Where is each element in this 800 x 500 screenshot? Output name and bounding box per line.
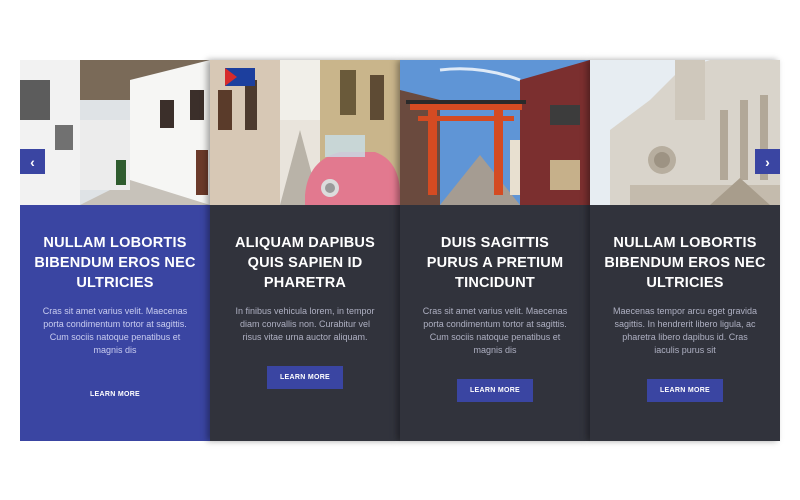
card-3-body: DUIS SAGITTIS PURUS A PRETIUM TINCIDUNT … bbox=[400, 205, 590, 441]
card-4-text: Maecenas tempor arcu eget gravida sagitt… bbox=[612, 306, 758, 355]
card-1: NULLAM LOBORTIS BIBENDUM EROS NEC ULTRIC… bbox=[20, 60, 210, 441]
carousel-next-button[interactable]: › bbox=[755, 149, 780, 174]
card-2-body: ALIQUAM DAPIBUS QUIS SAPIEN ID PHARETRA … bbox=[210, 205, 400, 441]
card-3: DUIS SAGITTIS PURUS A PRETIUM TINCIDUNT … bbox=[400, 60, 590, 441]
carousel-prev-button[interactable]: ‹ bbox=[20, 149, 45, 174]
card-4-image[interactable] bbox=[590, 60, 780, 205]
card-2-image[interactable] bbox=[210, 60, 400, 205]
card-3-text: Cras sit amet varius velit. Maecenas por… bbox=[422, 306, 568, 355]
card-1-title: NULLAM LOBORTIS BIBENDUM EROS NEC ULTRIC… bbox=[34, 235, 196, 291]
card-3-learn-more-button[interactable]: LEARN MORE bbox=[456, 379, 534, 402]
card-1-body: NULLAM LOBORTIS BIBENDUM EROS NEC ULTRIC… bbox=[20, 205, 210, 441]
chevron-right-icon: › bbox=[765, 153, 770, 170]
card-4-learn-more-button[interactable]: LEARN MORE bbox=[646, 379, 724, 402]
card-3-image[interactable] bbox=[400, 60, 590, 205]
card-2: ALIQUAM DAPIBUS QUIS SAPIEN ID PHARETRA … bbox=[210, 60, 400, 441]
card-row: NULLAM LOBORTIS BIBENDUM EROS NEC ULTRIC… bbox=[20, 60, 780, 441]
card-4: NULLAM LOBORTIS BIBENDUM EROS NEC ULTRIC… bbox=[590, 60, 780, 441]
card-2-learn-more-button[interactable]: LEARN MORE bbox=[266, 366, 344, 389]
card-4-title: NULLAM LOBORTIS BIBENDUM EROS NEC ULTRIC… bbox=[604, 235, 766, 291]
chevron-left-icon: ‹ bbox=[30, 153, 35, 170]
card-2-title: ALIQUAM DAPIBUS QUIS SAPIEN ID PHARETRA bbox=[235, 235, 375, 291]
card-2-text: In finibus vehicula lorem, in tempor dia… bbox=[235, 306, 375, 342]
card-1-learn-more-button[interactable]: LEARN MORE bbox=[77, 383, 153, 406]
card-carousel: NULLAM LOBORTIS BIBENDUM EROS NEC ULTRIC… bbox=[20, 60, 780, 441]
card-3-title: DUIS SAGITTIS PURUS A PRETIUM TINCIDUNT bbox=[426, 235, 564, 291]
card-1-image[interactable] bbox=[20, 60, 210, 205]
card-4-body: NULLAM LOBORTIS BIBENDUM EROS NEC ULTRIC… bbox=[590, 205, 780, 441]
card-1-text: Cras sit amet varius velit. Maecenas por… bbox=[42, 306, 188, 355]
